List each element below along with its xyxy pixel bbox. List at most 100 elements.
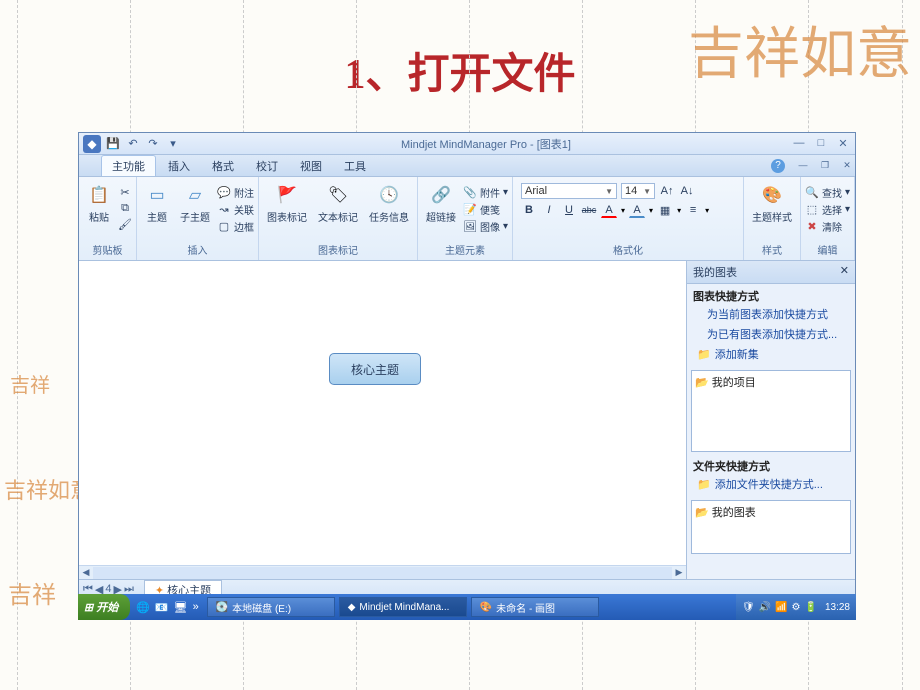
panel-title: 我的图表 ✕ [687, 261, 855, 284]
taskbar-item-disk[interactable]: 💽本地磁盘 (E:) [207, 597, 335, 617]
tray-icon[interactable]: 🛡 [742, 602, 755, 613]
panel-close-icon[interactable]: ✕ [840, 264, 849, 280]
save-icon[interactable]: 💾 [105, 136, 121, 152]
shortcuts-header: 图表快捷方式 [693, 291, 759, 303]
line-button[interactable]: ≡ [685, 202, 701, 218]
underline-button[interactable]: U [561, 202, 577, 218]
quicklaunch-icon[interactable]: 📧 [155, 601, 169, 614]
tray-icon[interactable]: 🔋 [805, 602, 817, 613]
tab-insert[interactable]: 插入 [158, 156, 200, 176]
font-color-button[interactable]: A [601, 202, 617, 218]
doc-restore-button[interactable]: ❐ [817, 160, 833, 171]
tray-icon[interactable]: 🔊 [759, 602, 771, 613]
font-size-select[interactable]: 14▼ [621, 183, 655, 199]
topic-icon: ▭ [145, 183, 169, 207]
boundary-button[interactable]: ▢边框 [217, 219, 254, 234]
tab-main[interactable]: 主功能 [101, 155, 156, 176]
relationship-button[interactable]: ↝关联 [217, 202, 254, 217]
font-family-select[interactable]: Arial▼ [521, 183, 617, 199]
redo-icon[interactable]: ↷ [145, 136, 161, 152]
start-button[interactable]: ⊞ 开始 [78, 594, 130, 620]
taskbar-item-mindmanager[interactable]: ◆Mindjet MindMana... [339, 597, 467, 617]
group-label: 编辑 [805, 242, 850, 258]
charts-tree[interactable]: 📂我的图表 [691, 500, 851, 554]
scroll-right-icon[interactable]: ▶ [672, 567, 686, 578]
grow-font-button[interactable]: A↑ [659, 183, 675, 199]
scroll-left-icon[interactable]: ◀ [79, 567, 93, 578]
group-label: 剪贴板 [83, 242, 132, 258]
tray-icon[interactable]: ⚙ [792, 602, 801, 613]
add-new-set[interactable]: 📁添加新集 [693, 344, 849, 364]
clear-button[interactable]: ✖清除 [805, 219, 850, 234]
cut-button[interactable]: ✂ [118, 185, 132, 199]
note-button[interactable]: 💬附注 [217, 185, 254, 200]
paste-button[interactable]: 📋 粘贴 [83, 181, 115, 226]
qat-dropdown-icon[interactable]: ▾ [165, 136, 181, 152]
quicklaunch-icon[interactable]: » [193, 601, 199, 614]
help-icon[interactable]: ? [771, 159, 785, 173]
central-topic[interactable]: 核心主题 [329, 353, 421, 385]
tab-review[interactable]: 校订 [246, 156, 288, 176]
add-folder-shortcut[interactable]: 📁添加文件夹快捷方式... [693, 474, 849, 494]
tree-item-charts[interactable]: 📂我的图表 [695, 504, 847, 520]
group-styles: 🎨 主题样式 样式 [744, 177, 801, 260]
subtopic-button[interactable]: ▱ 子主题 [176, 181, 214, 226]
clock[interactable]: 13:28 [821, 602, 850, 613]
group-markers: 🚩 图表标记 🏷 文本标记 🕓 任务信息 图表标记 [259, 177, 418, 260]
task-icon: 🕓 [377, 183, 401, 207]
select-button[interactable]: ⬚选择 ▾ [805, 202, 850, 217]
project-tree[interactable]: 📂我的项目 [691, 370, 851, 452]
task-info-button[interactable]: 🕓 任务信息 [365, 181, 413, 226]
maximize-button[interactable]: □ [813, 137, 829, 150]
copy-button[interactable]: ⧉ [118, 201, 132, 215]
notepad-button[interactable]: 📝便笺 [463, 202, 508, 217]
doc-close-button[interactable]: ✕ [839, 160, 855, 171]
subtopic-icon: ▱ [183, 183, 207, 207]
clear-icon: ✖ [805, 220, 819, 234]
strike-button[interactable]: abc [581, 202, 597, 218]
bold-button[interactable]: B [521, 202, 537, 218]
folder-icon: 📁 [697, 348, 711, 361]
add-current-shortcut[interactable]: 为当前图表添加快捷方式 [693, 304, 849, 324]
image-button[interactable]: 🖼图像 ▾ [463, 219, 508, 234]
palette-icon: 🎨 [760, 183, 784, 207]
close-button[interactable]: ✕ [835, 137, 851, 150]
doc-minimize-button[interactable]: — [795, 160, 811, 171]
shrink-font-button[interactable]: A↓ [679, 183, 695, 199]
group-elements: 🔗 超链接 📎附件 ▾ 📝便笺 🖼图像 ▾ 主题元素 [418, 177, 513, 260]
tab-view[interactable]: 视图 [290, 156, 332, 176]
highlight-button[interactable]: A [629, 202, 645, 218]
canvas[interactable]: 核心主题 ◀ ▶ [79, 261, 687, 579]
tray-icon[interactable]: 📶 [775, 602, 787, 613]
app-icon: ◆ [348, 602, 356, 613]
hyperlink-button[interactable]: 🔗 超链接 [422, 181, 460, 226]
add-existing-shortcut[interactable]: 为已有图表添加快捷方式... [693, 324, 849, 344]
undo-icon[interactable]: ↶ [125, 136, 141, 152]
quicklaunch-icon[interactable]: 🖥 [174, 601, 188, 614]
tab-tools[interactable]: 工具 [334, 156, 376, 176]
side-panel: 我的图表 ✕ 图表快捷方式 为当前图表添加快捷方式 为已有图表添加快捷方式...… [687, 261, 855, 579]
find-button[interactable]: 🔍查找 ▾ [805, 185, 850, 200]
quicklaunch-icon[interactable]: 🌐 [136, 601, 150, 614]
theme-style-button[interactable]: 🎨 主题样式 [748, 181, 796, 226]
decorative-seal: 吉祥如意 [688, 30, 912, 80]
italic-button[interactable]: I [541, 202, 557, 218]
app-icon[interactable]: ◆ [83, 135, 101, 153]
taskbar-item-paint[interactable]: 🎨未命名 - 画图 [471, 597, 599, 617]
fill-button[interactable]: ▦ [657, 202, 673, 218]
format-painter-button[interactable]: 🖌 [118, 217, 132, 231]
hyperlink-icon: 🔗 [429, 183, 453, 207]
copy-icon: ⧉ [118, 201, 132, 215]
attachment-button[interactable]: 📎附件 ▾ [463, 185, 508, 200]
tab-format[interactable]: 格式 [202, 156, 244, 176]
group-clipboard: 📋 粘贴 ✂ ⧉ 🖌 剪贴板 [79, 177, 137, 260]
chart-marker-button[interactable]: 🚩 图表标记 [263, 181, 311, 226]
topic-button[interactable]: ▭ 主题 [141, 181, 173, 226]
text-marker-button[interactable]: 🏷 文本标记 [314, 181, 362, 226]
decorative-seal: 吉祥 [8, 586, 56, 606]
tree-item-project[interactable]: 📂我的项目 [695, 374, 847, 390]
minimize-button[interactable]: — [791, 137, 807, 150]
group-label: 插入 [141, 242, 254, 258]
horizontal-scrollbar[interactable]: ◀ ▶ [79, 565, 686, 579]
select-icon: ⬚ [805, 203, 819, 217]
